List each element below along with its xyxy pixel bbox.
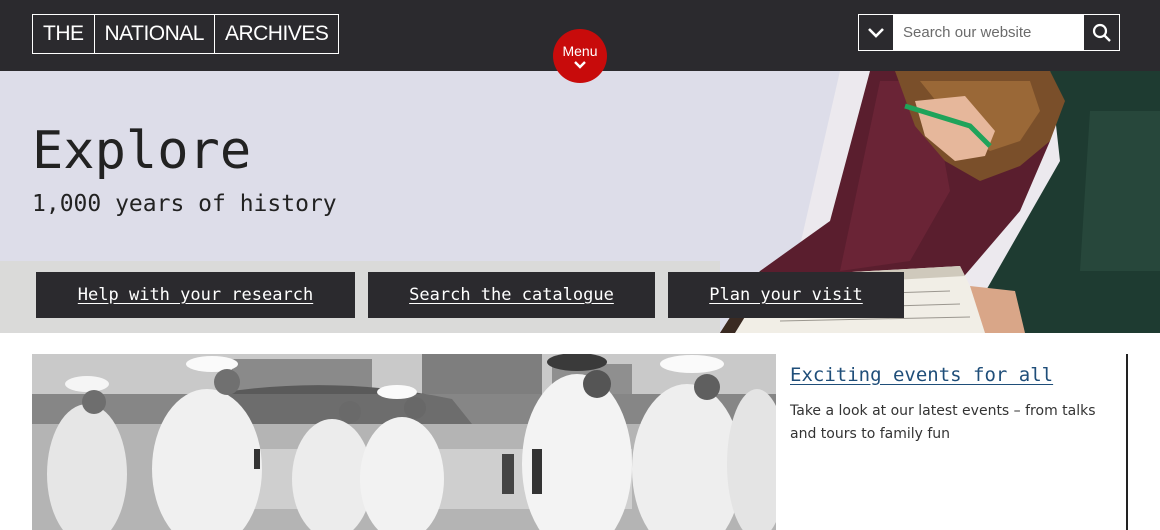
plan-your-visit-button[interactable]: Plan your visit — [668, 272, 904, 318]
events-photo[interactable] — [32, 354, 776, 530]
hero-subtitle: 1,000 years of history — [32, 191, 337, 217]
menu-label: Menu — [562, 43, 598, 59]
events-card-title[interactable]: Exciting events for all — [790, 364, 1053, 386]
help-with-research-button[interactable]: Help with your research — [36, 272, 355, 318]
hero-title: Explore — [32, 121, 252, 181]
events-card-description: Take a look at our latest events – from … — [790, 403, 1096, 442]
logo-word-national: NATIONAL — [93, 15, 214, 53]
logo-word-the: THE — [43, 22, 84, 45]
card-divider — [1126, 354, 1128, 530]
chevron-down-icon — [868, 27, 884, 38]
site-search — [858, 14, 1120, 51]
hero-banner: Explore 1,000 years of history Help with… — [0, 71, 1160, 333]
menu-button[interactable]: Menu — [553, 29, 607, 83]
national-archives-logo[interactable]: THE NATIONAL ARCHIVES — [32, 14, 340, 54]
logo-word-archives: ARCHIVES — [213, 15, 338, 53]
search-input[interactable] — [894, 15, 1084, 50]
search-submit-button[interactable] — [1084, 15, 1119, 50]
chevron-down-icon — [574, 61, 586, 69]
search-icon — [1092, 23, 1111, 42]
search-scope-dropdown[interactable] — [859, 15, 894, 50]
search-catalogue-button[interactable]: Search the catalogue — [368, 272, 655, 318]
